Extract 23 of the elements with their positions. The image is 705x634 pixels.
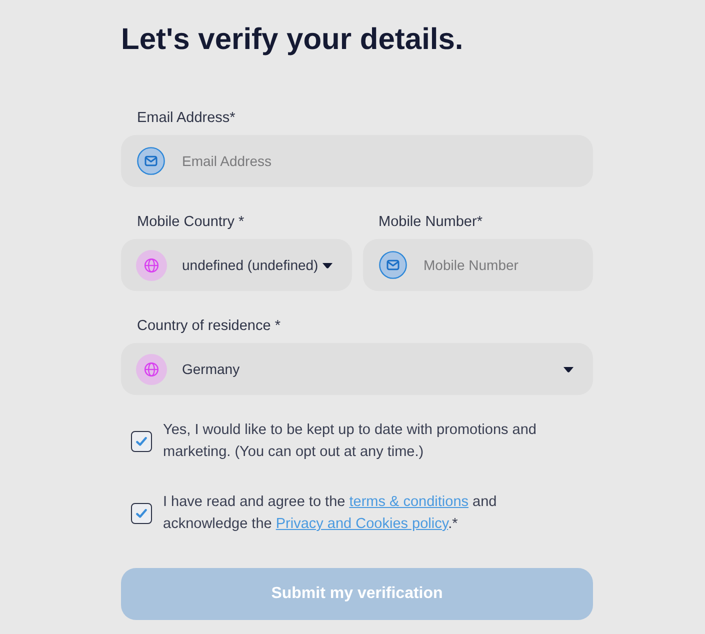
globe-icon	[136, 250, 167, 280]
envelope-icon	[378, 251, 406, 279]
page-heading: Let's verify your details.	[121, 22, 464, 58]
caret-icon	[322, 262, 332, 268]
dropdown-field[interactable]: Germany	[121, 343, 593, 395]
checkmark-icon	[136, 436, 147, 446]
field-label: Mobile Number*	[378, 214, 482, 231]
dropdown-field[interactable]: undefined (undefined)	[121, 239, 352, 291]
envelope-icon	[137, 147, 165, 175]
field-label: Mobile Country *	[137, 214, 244, 231]
consent-text: Yes, I would like to be kept up to date with promotions and marketing. (You can opt out at any time.)	[163, 421, 538, 462]
field-label: Email Address*	[137, 110, 236, 127]
text-link[interactable]: Privacy and Cookies policy	[276, 516, 448, 532]
checkmark-icon	[136, 508, 147, 518]
caret-icon	[563, 366, 574, 372]
checkbox[interactable]	[131, 502, 152, 524]
input-field[interactable]: Email Address	[121, 135, 593, 187]
text-link[interactable]: terms & conditions	[349, 494, 469, 510]
input-field[interactable]: Mobile Number	[362, 239, 593, 291]
checkbox[interactable]	[131, 430, 152, 452]
field-label: Country of residence *	[137, 318, 280, 335]
globe-icon	[136, 354, 167, 384]
consent-text: I have read and agree to the terms & conditions and acknowledge the Privacy and Cookies policy.*	[163, 493, 498, 534]
